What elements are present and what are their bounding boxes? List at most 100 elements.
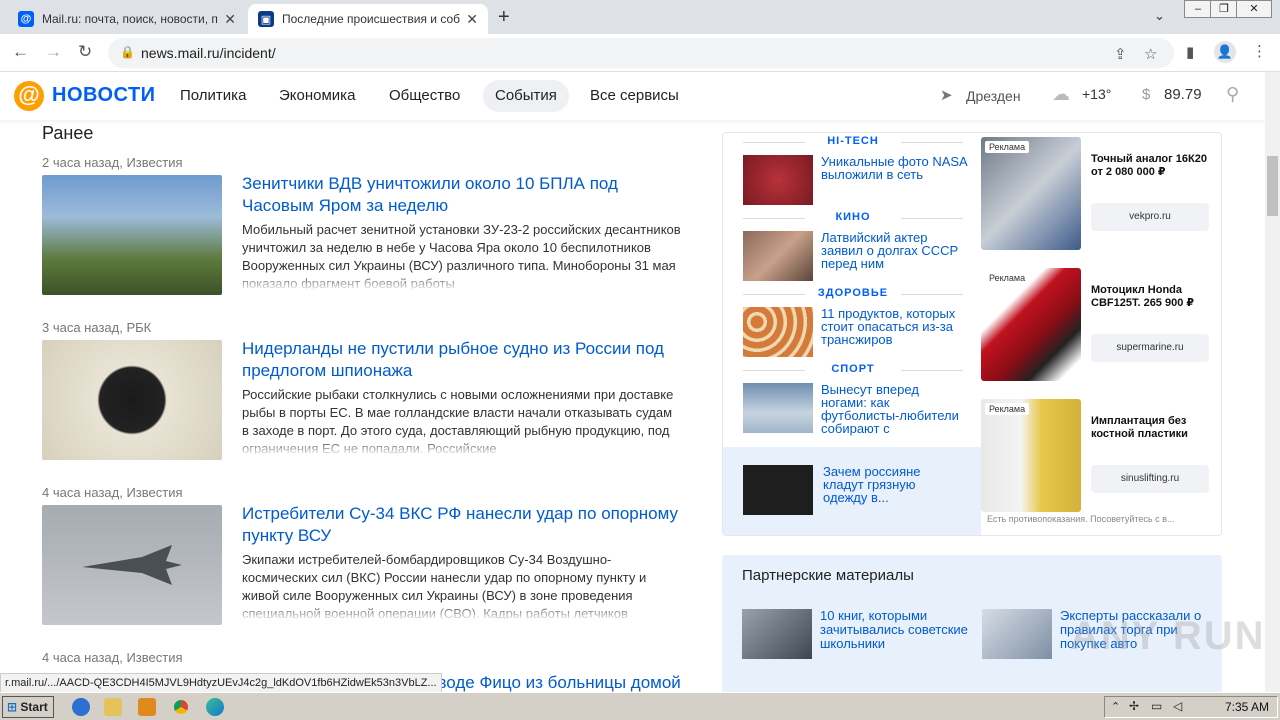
- news-link[interactable]: Вынесут вперед ногами: как футболисты-лю…: [821, 383, 967, 435]
- category-label[interactable]: СПОРТ: [743, 363, 963, 375]
- close-tab-icon[interactable]: ✕: [466, 11, 478, 28]
- restore-button[interactable]: ❐: [1210, 0, 1238, 18]
- article-headline[interactable]: Нидерланды не пустили рыбное судно из Ро…: [242, 338, 682, 382]
- news-thumbnail[interactable]: [743, 383, 813, 433]
- ad-image[interactable]: [981, 137, 1081, 250]
- profile-avatar-icon[interactable]: 👤: [1214, 41, 1236, 63]
- tray-icon[interactable]: ✢: [1129, 699, 1139, 713]
- tab-incidents[interactable]: ▣ Последние происшествия и событ ✕: [248, 4, 488, 34]
- location-arrow-icon: ➤: [940, 87, 953, 104]
- tab-mail-ru[interactable]: @ Mail.ru: почта, поиск, новости, пр ✕: [8, 4, 246, 34]
- article-headline[interactable]: Истребители Су-34 ВКС РФ нанесли удар по…: [242, 503, 682, 547]
- article-thumbnail[interactable]: [42, 340, 222, 460]
- page-scrollbar[interactable]: [1265, 72, 1280, 692]
- ad-domain-button[interactable]: vekpro.ru: [1091, 203, 1209, 231]
- nav-sobytiya[interactable]: События: [483, 80, 569, 112]
- article-meta: 3 часа назад, РБК: [42, 320, 152, 335]
- volume-icon[interactable]: ◁: [1173, 699, 1182, 713]
- mail-logo-icon[interactable]: @: [14, 81, 44, 111]
- partner-thumbnail[interactable]: [742, 609, 812, 659]
- share-icon[interactable]: ⇪: [1114, 45, 1127, 63]
- new-tab-icon[interactable]: +: [498, 6, 510, 29]
- ad-domain-button[interactable]: supermarine.ru: [1091, 334, 1209, 362]
- news-link[interactable]: 11 продуктов, которых стоит опасаться из…: [821, 307, 967, 346]
- sidebar-news-box: HI-TECH Уникальные фото NASA выложили в …: [722, 132, 1222, 536]
- ad-label: Реклама: [985, 141, 1030, 153]
- usd-rate[interactable]: 89.79: [1164, 86, 1202, 103]
- category-label[interactable]: HI-TECH: [743, 135, 963, 147]
- article-headline[interactable]: Зенитчики ВДВ уничтожили около 10 БПЛА п…: [242, 173, 682, 217]
- ad-image[interactable]: [981, 268, 1081, 381]
- ad-title[interactable]: Имплантация без костной пластики: [1091, 415, 1217, 441]
- network-icon[interactable]: ▭: [1151, 699, 1162, 713]
- close-tab-icon[interactable]: ✕: [224, 11, 236, 28]
- article-item[interactable]: 3 часа назад, РБК Нидерланды не пустили …: [42, 320, 682, 470]
- feed-title: Ранее: [42, 123, 94, 143]
- category-label[interactable]: ЗДОРОВЬЕ: [743, 287, 963, 299]
- watermark-logo: ANY RUN: [1070, 614, 1266, 658]
- forward-icon[interactable]: →: [45, 42, 62, 62]
- nav-politika[interactable]: Политика: [168, 80, 258, 112]
- nav-obshchestvo[interactable]: Общество: [377, 80, 472, 112]
- url-text[interactable]: news.mail.ru/incident/: [141, 45, 276, 61]
- start-button[interactable]: ⊞ Start: [2, 696, 54, 718]
- article-item[interactable]: 2 часа назад, Известия Зенитчики ВДВ уни…: [42, 155, 682, 305]
- ad-title[interactable]: Точный аналог 16К20 от 2 080 000 ₽: [1091, 153, 1217, 179]
- article-meta: 4 часа назад, Известия: [42, 485, 183, 500]
- news-link[interactable]: Латвийский актер заявил о долгах СССР пе…: [821, 231, 967, 270]
- reload-icon[interactable]: ↻: [78, 42, 92, 62]
- currency-symbol: $: [1142, 86, 1151, 103]
- minimize-button[interactable]: –: [1184, 0, 1212, 18]
- jet-icon: [82, 545, 182, 585]
- city-name[interactable]: Дрезден: [966, 88, 1021, 104]
- article-thumbnail[interactable]: [42, 175, 222, 295]
- clock[interactable]: 7:35 AM: [1225, 700, 1269, 714]
- tab-title: Mail.ru: почта, поиск, новости, пр: [42, 12, 219, 26]
- back-icon[interactable]: ←: [12, 42, 29, 62]
- cloud-icon: ☁: [1052, 84, 1070, 104]
- partner-link[interactable]: 10 книг, которыми зачитывались советские…: [820, 609, 980, 651]
- bookmark-star-icon[interactable]: ☆: [1144, 45, 1157, 63]
- category-label[interactable]: КИНО: [743, 211, 963, 223]
- promo-thumbnail[interactable]: [743, 465, 813, 515]
- news-thumbnail[interactable]: [743, 307, 813, 357]
- temperature[interactable]: +13°: [1082, 86, 1111, 102]
- news-link[interactable]: Уникальные фото NASA выложили в сеть: [821, 155, 967, 181]
- news-thumbnail[interactable]: [743, 231, 813, 281]
- scrollbar-thumb[interactable]: [1267, 156, 1278, 216]
- ad-label: Реклама: [985, 272, 1030, 284]
- partner-thumbnail[interactable]: [982, 609, 1052, 659]
- search-icon[interactable]: ⚲: [1226, 84, 1239, 105]
- edge-icon[interactable]: [206, 698, 224, 716]
- tab-title: Последние происшествия и событ: [282, 12, 461, 26]
- promo-link[interactable]: Зачем россияне кладут грязную одежду в..…: [823, 465, 963, 504]
- news-thumbnail[interactable]: [743, 155, 813, 205]
- side-panel-icon[interactable]: ▮: [1186, 43, 1194, 61]
- windows-taskbar: ⊞ Start ⌃ ✢ ▭ ◁ 7:35 AM: [0, 692, 1280, 720]
- lock-icon[interactable]: 🔒: [120, 45, 135, 59]
- article-meta: 2 часа назад, Известия: [42, 155, 183, 170]
- explorer-folder-icon[interactable]: [104, 698, 122, 716]
- ie-icon[interactable]: [72, 698, 90, 716]
- nav-ekonomika[interactable]: Экономика: [267, 80, 367, 112]
- ad-title[interactable]: Мотоцикл Honda CBF125T. 265 900 ₽: [1091, 284, 1217, 310]
- article-headline[interactable]: еводе Фицо из больницы домой: [428, 672, 688, 694]
- partners-title: Партнерские материалы: [742, 567, 914, 584]
- ad-image[interactable]: [981, 399, 1081, 512]
- promo-item[interactable]: Зачем россияне кладут грязную одежду в..…: [723, 447, 981, 535]
- tab-search-chevron-icon[interactable]: ⌄: [1154, 8, 1165, 24]
- nav-all-services[interactable]: Все сервисы: [578, 80, 691, 112]
- chrome-icon[interactable]: [172, 698, 190, 716]
- system-tray: ⌃ ✢ ▭ ◁ 7:35 AM: [1104, 696, 1278, 718]
- ad-label: Реклама: [985, 403, 1030, 415]
- media-player-icon[interactable]: [138, 698, 156, 716]
- close-window-button[interactable]: ✕: [1236, 0, 1272, 18]
- address-bar[interactable]: 🔒 news.mail.ru/incident/ ⇪ ☆: [108, 38, 1174, 68]
- article-meta: 4 часа назад, Известия: [42, 650, 183, 665]
- site-logo-text[interactable]: НОВОСТИ: [52, 84, 156, 107]
- article-thumbnail[interactable]: [42, 505, 222, 625]
- ad-domain-button[interactable]: sinuslifting.ru: [1091, 465, 1209, 493]
- tray-arrow-icon[interactable]: ⌃: [1111, 700, 1120, 713]
- menu-kebab-icon[interactable]: ⋮: [1252, 42, 1267, 60]
- article-item[interactable]: 4 часа назад, Известия Истребители Су-34…: [42, 485, 682, 635]
